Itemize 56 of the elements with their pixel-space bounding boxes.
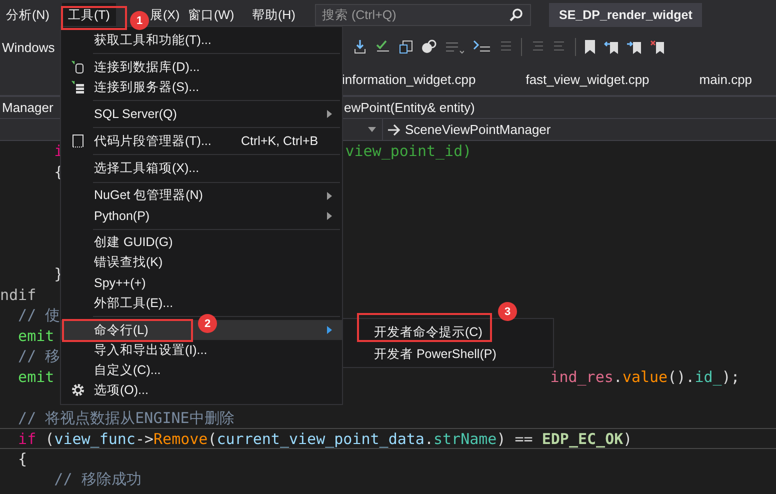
menu-item[interactable]: 代码片段管理器(T)... Ctrl+K, Ctrl+B: [61, 131, 342, 152]
menu-item[interactable]: 获取工具和功能(T)...: [61, 30, 342, 50]
code-text: view_point_id): [345, 141, 472, 162]
server-icon: [70, 80, 84, 94]
step-badge: 3: [498, 302, 517, 321]
bookmark-prev-icon[interactable]: [604, 39, 620, 55]
code-text: emit: [17, 326, 54, 346]
code-text: // 移: [17, 346, 60, 366]
menu-item[interactable]: 开发者 PowerShell(P): [343, 343, 553, 365]
code-text: {: [17, 448, 28, 469]
caret-icon[interactable]: [368, 127, 376, 132]
menu-item[interactable]: 连接到数据库(D)...: [61, 57, 342, 78]
database-icon: [70, 60, 84, 74]
file-tab[interactable]: fast_view_widget.cpp: [526, 66, 650, 93]
menu-item[interactable]: 导入和导出设置(I)...: [61, 340, 342, 360]
menu-item[interactable]: 错误查找(K): [61, 252, 342, 273]
submenu-arrow-icon: [327, 212, 332, 220]
menu-item[interactable]: 连接到服务器(S)...: [61, 77, 342, 98]
menu-item[interactable]: 开发者命令提示(C): [343, 321, 553, 343]
submenu-arrow-icon: [327, 326, 332, 334]
search-icon: [509, 8, 523, 22]
menu-item[interactable]: NuGet 包管理器(N): [61, 186, 342, 206]
menu-bar-item[interactable]: 窗口(W): [182, 2, 240, 28]
submenu-arrow-icon: [327, 110, 332, 118]
menu-item[interactable]: 外部工具(E)...: [61, 293, 342, 314]
menu-item[interactable]: SQL Server(Q): [61, 104, 342, 124]
menu-item[interactable]: Python(P): [61, 206, 342, 226]
code-text: // 将视点数据从ENGINE中删除: [17, 408, 234, 428]
arrow-icon: [387, 124, 401, 136]
menu-bar-item[interactable]: 帮助(H): [246, 2, 302, 28]
code-text: emit: [17, 366, 54, 387]
solution-title: SE_DP_render_widget: [549, 3, 702, 27]
menu-item[interactable]: 自定义(C)...: [61, 360, 342, 380]
menu-item[interactable]: 选项(O)...: [61, 380, 342, 400]
code-text: // 移除成功: [53, 469, 142, 490]
menu-item[interactable]: 创建 GUID(G): [61, 232, 342, 253]
circles-icon[interactable]: [421, 39, 437, 55]
file-tab[interactable]: information_widget.cpp: [342, 66, 476, 93]
snippet-icon: [72, 134, 84, 148]
code-text: ind_res.value().id_);: [550, 366, 740, 387]
menu-item[interactable]: 选择工具箱项(X)...: [61, 158, 342, 179]
search-field[interactable]: 搜索 (Ctrl+Q): [315, 4, 531, 26]
bookmark-icon[interactable]: [583, 39, 597, 55]
code-text: ndif: [0, 284, 36, 305]
code-text: if (view_func->Remove(current_view_point_data.strName) == EDP_EC_OK): [17, 429, 632, 448]
gear-icon: [70, 383, 84, 398]
bookmark-next-icon[interactable]: [627, 39, 643, 55]
download-icon[interactable]: [352, 39, 368, 55]
submenu-arrow-icon: [327, 192, 332, 200]
code-text: // 使: [17, 305, 60, 326]
menu-item[interactable]: Spy++(+): [61, 272, 342, 294]
file-tab[interactable]: main.cpp: [699, 66, 752, 93]
bookmark-clear-icon[interactable]: [650, 39, 666, 55]
highlight-frame: [61, 6, 127, 30]
copy-icon[interactable]: [398, 39, 414, 55]
menu-bar-item[interactable]: 分析(N): [0, 2, 56, 28]
